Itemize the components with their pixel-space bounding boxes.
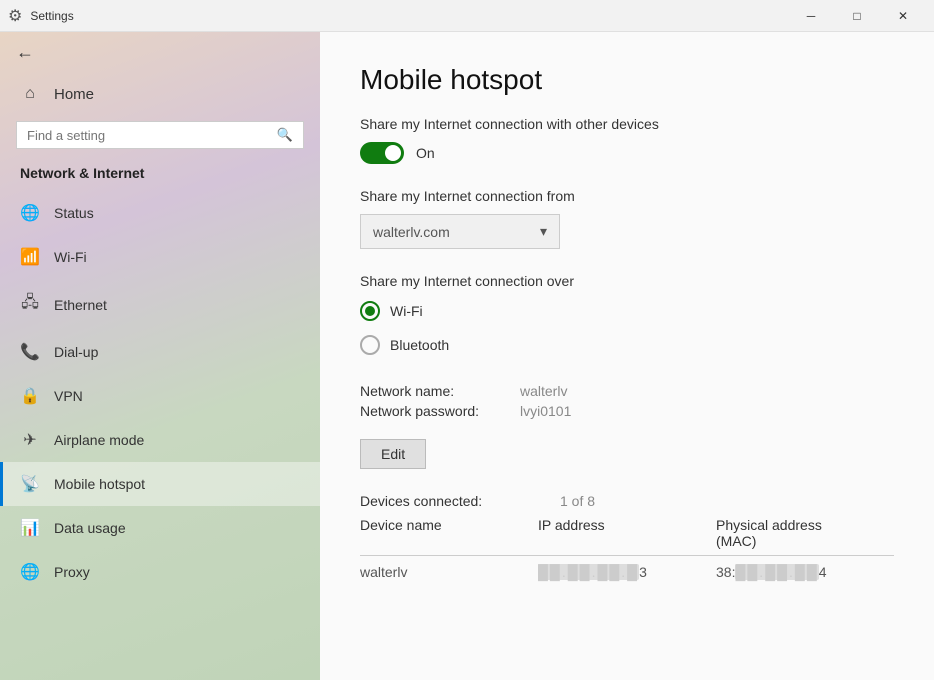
back-arrow-icon: ← [16,42,34,63]
radio-bluetooth[interactable]: Bluetooth [360,335,894,355]
search-box[interactable]: 🔍 [16,121,304,149]
minimize-button[interactable]: ─ [788,0,834,32]
share-over-label: Share my Internet connection over [360,273,894,289]
edit-button[interactable]: Edit [360,439,426,469]
sidebar-item-label: Ethernet [54,297,107,313]
sidebar-item-label: Proxy [54,564,90,580]
sidebar-item-label: Airplane mode [54,432,144,448]
sidebar-item-label: Status [54,205,94,221]
sidebar-item-label: Wi-Fi [54,249,87,265]
radio-bluetooth-label: Bluetooth [390,337,449,353]
sidebar-item-dialup[interactable]: 📞 Dial-up [0,330,320,374]
title-bar-title: Settings [30,9,73,23]
col-ip-address-header: IP address [538,517,716,549]
title-bar: ⚙ Settings ─ □ ✕ [0,0,934,32]
network-password-label: Network password: [360,403,520,419]
datausage-icon: 📊 [20,518,40,538]
share-from-dropdown[interactable]: walterlv.com ▾ [360,214,560,249]
search-input[interactable] [27,128,277,143]
back-button[interactable]: ← [0,32,320,73]
mac-address-cell: 38:██.██.██4 [716,564,894,580]
dialup-icon: 📞 [20,342,40,362]
sidebar-item-vpn[interactable]: 🔒 VPN [0,374,320,418]
home-icon: ⌂ [20,85,40,103]
app-body: ← ⌂ Home 🔍 Network & Internet 🌐 Status 📶… [0,32,934,680]
radio-wifi-label: Wi-Fi [390,303,423,319]
devices-connected-value: 1 of 8 [560,493,595,509]
ip-blurred: ██.██.██.█ [538,564,639,580]
col-device-name-header: Device name [360,517,538,549]
wifi-icon: 📶 [20,247,40,267]
device-table-header: Device name IP address Physical address(… [360,517,894,556]
device-name-cell: walterlv [360,564,538,580]
network-name-label: Network name: [360,383,520,399]
share-from-value: walterlv.com [373,224,450,240]
radio-wifi[interactable]: Wi-Fi [360,301,894,321]
sidebar-item-label: VPN [54,388,83,404]
network-info-table: Network name: walterlv Network password:… [360,383,894,419]
network-name-row: Network name: walterlv [360,383,894,399]
sidebar-item-airplane[interactable]: ✈ Airplane mode [0,418,320,462]
ethernet-icon: 🖧 [20,291,40,318]
sidebar-section-title: Network & Internet [0,161,320,191]
sidebar-item-label: Data usage [54,520,126,536]
share-from-label: Share my Internet connection from [360,188,894,204]
col-mac-address-header: Physical address(MAC) [716,517,894,549]
radio-group: Wi-Fi Bluetooth [360,301,894,355]
sidebar-item-ethernet[interactable]: 🖧 Ethernet [0,279,320,330]
sidebar: ← ⌂ Home 🔍 Network & Internet 🌐 Status 📶… [0,32,320,680]
status-icon: 🌐 [20,203,40,223]
sidebar-item-home[interactable]: ⌂ Home [0,73,320,115]
devices-connected-row: Devices connected: 1 of 8 [360,493,894,509]
vpn-icon: 🔒 [20,386,40,406]
network-name-value: walterlv [520,383,567,399]
search-icon: 🔍 [277,127,293,143]
proxy-icon: 🌐 [20,562,40,582]
radio-bluetooth-circle[interactable] [360,335,380,355]
hotspot-toggle[interactable] [360,142,404,164]
ip-address-cell: ██.██.██.█3 [538,564,716,580]
home-label: Home [54,86,94,103]
network-password-value: lvyi0101 [520,403,571,419]
radio-wifi-circle[interactable] [360,301,380,321]
sidebar-item-hotspot[interactable]: 📡 Mobile hotspot [0,462,320,506]
sidebar-item-datausage[interactable]: 📊 Data usage [0,506,320,550]
sidebar-item-status[interactable]: 🌐 Status [0,191,320,235]
sidebar-item-wifi[interactable]: 📶 Wi-Fi [0,235,320,279]
chevron-down-icon: ▾ [540,223,547,240]
airplane-icon: ✈ [20,430,40,450]
main-content: Mobile hotspot Share my Internet connect… [320,32,934,680]
title-bar-left: ⚙ Settings [8,6,788,26]
toggle-row: On [360,142,894,164]
sidebar-item-label: Dial-up [54,344,98,360]
devices-connected-label: Devices connected: [360,493,560,509]
maximize-button[interactable]: □ [834,0,880,32]
sidebar-item-label: Mobile hotspot [54,476,145,492]
settings-icon: ⚙ [8,6,22,26]
sidebar-item-proxy[interactable]: 🌐 Proxy [0,550,320,594]
share-connection-label: Share my Internet connection with other … [360,116,894,132]
title-bar-controls: ─ □ ✕ [788,0,926,32]
mac-blurred: ██.██.██ [735,564,818,580]
page-title: Mobile hotspot [360,64,894,96]
table-row: walterlv ██.██.██.█3 38:██.██.██4 [360,564,894,580]
hotspot-icon: 📡 [20,474,40,494]
network-password-row: Network password: lvyi0101 [360,403,894,419]
toggle-state-label: On [416,145,435,161]
close-button[interactable]: ✕ [880,0,926,32]
dropdown-container: walterlv.com ▾ [360,214,894,249]
